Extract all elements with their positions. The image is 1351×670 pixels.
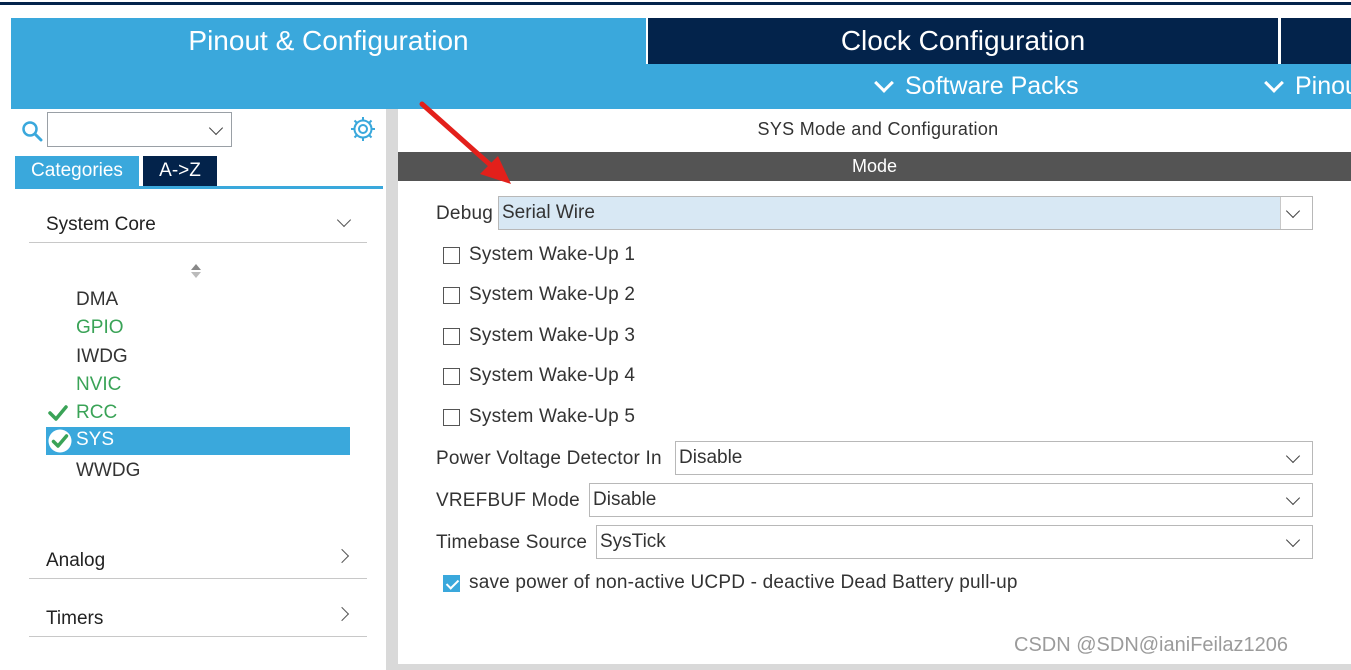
timebase-value: SysTick	[600, 531, 666, 552]
main-tab-bar: Pinout & Configuration Clock Configurati…	[0, 18, 1351, 64]
checkbox-box[interactable]	[443, 246, 460, 264]
group-timers[interactable]: Timers	[29, 597, 367, 637]
mode-section-header[interactable]: Mode	[398, 152, 1351, 181]
watermark-text: CSDN @SDN@ianiFeilaz1206	[1014, 634, 1289, 656]
wakeup-5-checkbox[interactable]: System Wake-Up 5	[443, 405, 635, 429]
timebase-select[interactable]: SysTick	[596, 525, 1313, 559]
tab-categories[interactable]: Categories	[15, 156, 139, 186]
peripheral-wwdg[interactable]: WWDG	[76, 458, 140, 484]
chevron-down-icon	[1285, 532, 1301, 548]
tab-clock-configuration[interactable]: Clock Configuration	[648, 18, 1278, 64]
wakeup-3-checkbox[interactable]: System Wake-Up 3	[443, 324, 635, 348]
sort-icon[interactable]	[189, 262, 203, 280]
checkbox-box[interactable]	[443, 574, 460, 592]
timebase-label: Timebase Source	[436, 532, 588, 553]
vrefbuf-select[interactable]: Disable	[589, 483, 1313, 517]
checkbox-label: System Wake-Up 2	[469, 284, 636, 305]
sys-configuration-panel: SYS Mode and Configuration Mode Debug Se…	[398, 109, 1351, 670]
software-packs-label: Software Packs	[905, 72, 1079, 100]
ucpd-dead-battery-checkbox[interactable]: save power of non-active UCPD - deactive…	[443, 571, 1018, 595]
vrefbuf-label: VREFBUF Mode	[436, 490, 580, 511]
checkbox-label: System Wake-Up 1	[469, 244, 636, 265]
top-strip-bar	[0, 2, 1351, 5]
tab-more[interactable]	[1281, 18, 1351, 64]
software-packs-menu[interactable]: Software Packs	[874, 64, 1079, 109]
debug-select[interactable]: Serial Wire	[498, 196, 1313, 230]
group-analog[interactable]: Analog	[29, 539, 367, 579]
gear-icon[interactable]	[350, 116, 376, 142]
tab-a-to-z[interactable]: A->Z	[143, 156, 217, 186]
debug-value: Serial Wire	[502, 202, 595, 223]
checkbox-box[interactable]	[443, 327, 460, 345]
checkbox-box[interactable]	[443, 408, 460, 426]
checkbox-box[interactable]	[443, 286, 460, 304]
peripheral-tree-panel: Categories A->Z System Core DMA GPIO IWD…	[11, 109, 386, 670]
tab-pinout-configuration[interactable]: Pinout & Configuration	[11, 18, 646, 64]
checkbox-label: System Wake-Up 4	[469, 365, 636, 386]
search-icon[interactable]	[21, 120, 43, 142]
vrefbuf-value: Disable	[593, 489, 657, 510]
check-icon	[48, 405, 68, 421]
checkbox-box[interactable]	[443, 367, 460, 385]
panel-title: SYS Mode and Configuration	[757, 119, 999, 139]
wakeup-4-checkbox[interactable]: System Wake-Up 4	[443, 364, 635, 388]
window-top-strip	[0, 0, 1351, 5]
check-icon	[48, 429, 72, 453]
chevron-down-icon	[336, 212, 352, 228]
checkbox-label: System Wake-Up 5	[469, 406, 636, 427]
pvd-select[interactable]: Disable	[675, 441, 1313, 475]
peripheral-nvic[interactable]: NVIC	[76, 372, 121, 398]
peripheral-dma[interactable]: DMA	[76, 287, 118, 313]
tabs-underline	[15, 186, 383, 189]
wakeup-2-checkbox[interactable]: System Wake-Up 2	[443, 283, 635, 307]
chevron-down-icon	[1285, 448, 1301, 464]
group-label: Analog	[46, 550, 106, 571]
group-label: System Core	[46, 214, 156, 235]
chevron-down-icon	[1264, 72, 1284, 93]
wakeup-1-checkbox[interactable]: System Wake-Up 1	[443, 243, 635, 267]
pvd-label: Power Voltage Detector In	[436, 448, 662, 469]
chevron-down-icon	[1285, 490, 1301, 506]
group-label: Timers	[46, 608, 104, 629]
pinout-menu[interactable]: Pinout	[1264, 64, 1351, 109]
debug-label: Debug	[436, 203, 493, 224]
peripheral-iwdg[interactable]: IWDG	[76, 344, 128, 370]
peripheral-gpio[interactable]: GPIO	[76, 315, 124, 341]
peripheral-rcc[interactable]: RCC	[76, 400, 117, 426]
peripheral-sys-label: SYS	[76, 429, 115, 450]
chevron-right-icon	[334, 606, 350, 622]
chevron-down-icon[interactable]	[208, 120, 224, 136]
panel-splitter[interactable]	[386, 109, 398, 670]
chevron-right-icon	[334, 548, 350, 564]
checkbox-label: save power of non-active UCPD - deactive…	[469, 572, 1018, 593]
checkbox-label: System Wake-Up 3	[469, 325, 636, 346]
pinout-menu-label: Pinout	[1295, 72, 1351, 100]
search-input[interactable]	[47, 112, 232, 147]
sub-menu-bar: Software Packs Pinout	[11, 64, 1351, 109]
peripheral-sys[interactable]: SYS	[46, 427, 350, 455]
panel-bottom-border	[398, 664, 1351, 670]
chevron-down-icon	[874, 72, 894, 93]
group-system-core[interactable]: System Core	[29, 203, 367, 243]
pvd-value: Disable	[679, 447, 743, 468]
